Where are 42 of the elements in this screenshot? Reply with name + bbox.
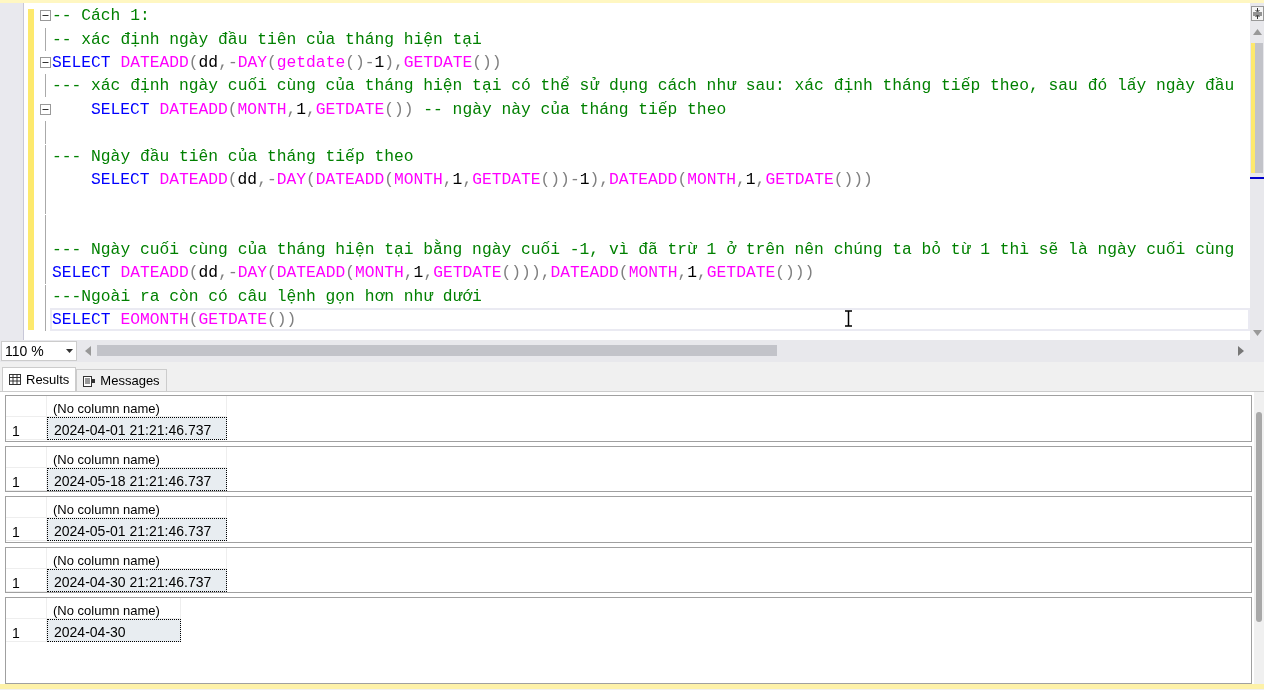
table-cell[interactable]: 2024-05-01 21:21:46.737 [47,518,227,541]
up-arrow-icon[interactable] [1252,29,1262,35]
tab[interactable]: Results [2,367,77,391]
collapse-icon[interactable] [39,10,51,22]
tab[interactable]: Messages [76,369,167,391]
down-arrow-icon[interactable] [1252,330,1262,336]
text-cursor-icon [844,310,853,327]
scrollbar-thumb[interactable] [1251,43,1263,173]
scrollbar-thumb[interactable] [1256,412,1262,622]
left-arrow-icon[interactable] [85,346,91,356]
code-line: -- xác định ngày đầu tiên của tháng hiện tại [51,28,483,51]
right-arrow-icon[interactable] [1238,346,1244,356]
grid-corner-header[interactable] [6,598,47,619]
table-cell[interactable]: 2024-04-01 21:21:46.737 [47,417,227,440]
dropdown-caret-icon[interactable] [66,349,73,353]
code-line: SELECT DATEADD(dd,-DAY(DATEADD(MONTH,1,GETDATE())),DATEADD(MONTH,1,GETDATE())) [51,262,816,285]
vertical-scrollbar[interactable] [1250,3,1264,340]
collapse-icon[interactable] [39,103,51,115]
code-line: ---Ngoài ra còn có câu lệnh gọn hơn như dưới [51,285,483,308]
grid-corner-header[interactable] [6,396,47,417]
split-icon[interactable] [1250,6,1264,21]
table-cell[interactable]: 2024-04-30 [47,619,181,642]
vertical-scrollbar[interactable] [1254,392,1264,684]
document-icon [83,374,96,387]
grid-corner-header[interactable] [6,547,47,569]
collapse-icon[interactable] [39,56,51,68]
code-line: -- Cách 1: [51,5,151,28]
grid-corner-header[interactable] [6,446,47,468]
grid-icon [9,374,21,385]
column-header: (No column name) [47,547,227,569]
column-header: (No column name) [47,446,227,468]
grid-corner-header[interactable] [6,497,47,518]
code-line: --- Ngày cuối cùng của tháng hiện tại bằng ngày cuối -1, vì đã trừ 1 ở trên nên chúng ta bỏ từ 1 thì sẽ là ngày cuối cùng [51,238,1236,262]
code-line: --- Ngày đầu tiên của tháng tiếp theo [51,145,415,168]
horizontal-scrollbar-thumb[interactable] [97,345,777,356]
code-line: SELECT DATEADD(MONTH,1,GETDATE()) -- ngày này của tháng tiếp theo [90,98,728,121]
code-line: --- xác định ngày cuối cùng của tháng hiện tại có thể sử dụng cách như sau: xác định tháng tiếp theo, sau đó lấy ngày đầu [51,75,1236,98]
code-line: SELECT DATEADD(dd,-DAY(DATEADD(MONTH,1,GETDATE())-1),DATEADD(MONTH,1,GETDATE())) [90,168,874,191]
code-line: SELECT DATEADD(dd,-DAY(getdate()-1),GETDATE()) [51,51,503,74]
table-cell[interactable]: 2024-04-30 21:21:46.737 [47,568,227,592]
zoom-dropdown[interactable]: 110 % [1,341,77,361]
table-cell[interactable]: 2024-05-18 21:21:46.737 [47,467,227,491]
